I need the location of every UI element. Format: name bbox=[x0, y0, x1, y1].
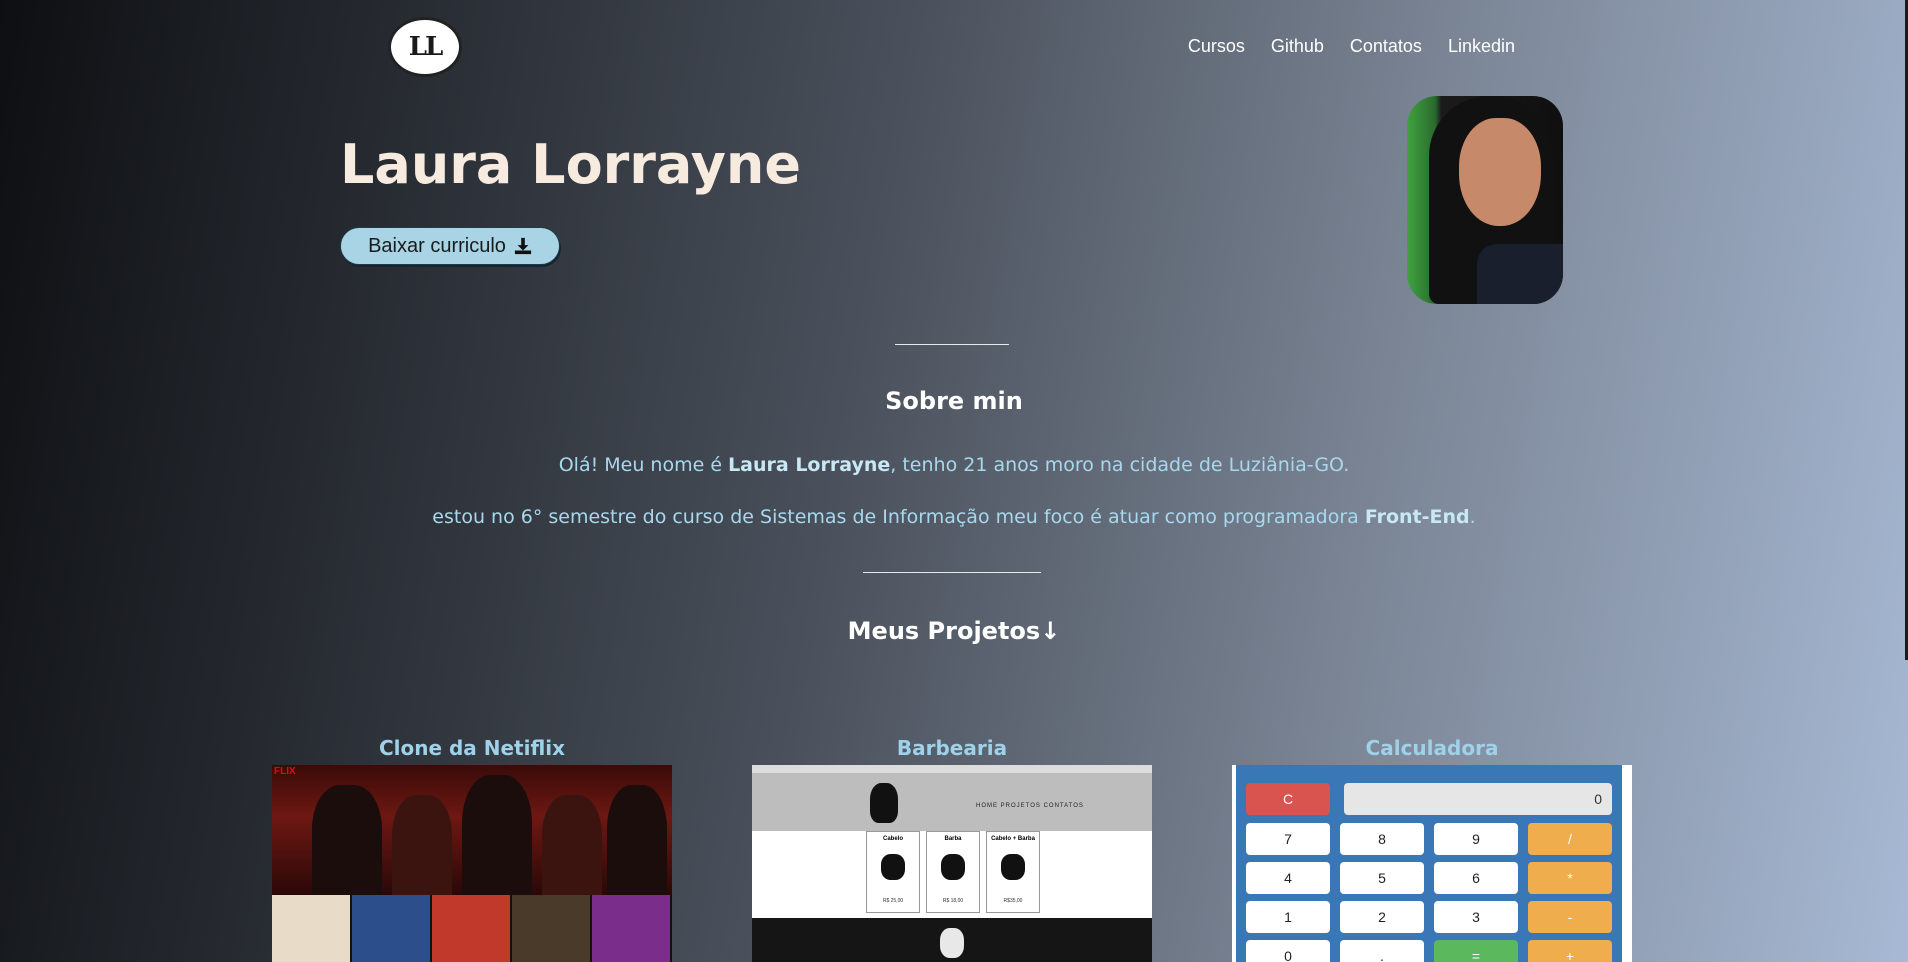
about-p1-post: , tenho 21 anos moro na cidade de Luziân… bbox=[890, 454, 1350, 476]
project-thumb-calculadora[interactable]: C 0 7 8 9 / 4 5 6 * 1 2 3 - 0 . = + bbox=[1232, 765, 1632, 962]
poster bbox=[432, 895, 510, 962]
barber-footer-logo bbox=[940, 928, 964, 958]
poster bbox=[592, 895, 670, 962]
calc-key: 1 bbox=[1246, 901, 1330, 933]
calc-clear-button: C bbox=[1246, 783, 1330, 815]
project-title-barbearia[interactable]: Barbearia bbox=[752, 736, 1152, 760]
about-title: Sobre min bbox=[885, 387, 1023, 415]
divider bbox=[863, 572, 1041, 573]
calc-key: 8 bbox=[1340, 823, 1424, 855]
download-cv-button[interactable]: Baixar curriculo bbox=[340, 227, 560, 265]
netflix-poster-row bbox=[272, 895, 672, 962]
top-nav: Cursos Github Contatos Linkedin bbox=[1162, 36, 1515, 57]
barber-nav: HOME PROJETOS CONTATOS bbox=[976, 803, 1084, 809]
nav-link-cursos[interactable]: Cursos bbox=[1188, 36, 1245, 57]
project-thumb-netflix[interactable]: FLIX bbox=[272, 765, 672, 962]
banner-figure bbox=[542, 795, 602, 895]
netflix-logo: FLIX bbox=[274, 766, 296, 777]
barber-card: Cabelo R$ 25,00 bbox=[866, 831, 920, 913]
download-cv-label: Baixar curriculo bbox=[368, 234, 506, 257]
calc-op-key: * bbox=[1528, 862, 1612, 894]
calc-key: 4 bbox=[1246, 862, 1330, 894]
banner-figure bbox=[462, 775, 532, 895]
poster bbox=[272, 895, 350, 962]
download-icon bbox=[514, 237, 532, 255]
photo-face bbox=[1459, 118, 1541, 226]
barber-footer bbox=[752, 918, 1152, 962]
barber-card-price: R$ 18,00 bbox=[942, 898, 964, 904]
photo-shirt bbox=[1477, 244, 1563, 304]
logo-text: LL bbox=[408, 32, 444, 62]
about-paragraph-2: estou no 6° semestre do curso de Sistema… bbox=[0, 506, 1908, 528]
calc-key: 6 bbox=[1434, 862, 1518, 894]
barber-card: Barba R$ 18,00 bbox=[926, 831, 980, 913]
calc-key: 5 bbox=[1340, 862, 1424, 894]
barber-card-price: R$35,00 bbox=[1003, 898, 1023, 904]
barber-card-title: Cabelo + Barba bbox=[991, 836, 1035, 842]
barber-card: Cabelo + Barba R$35,00 bbox=[986, 831, 1040, 913]
project-title-netflix[interactable]: Clone da Netiflix bbox=[272, 736, 672, 760]
calc-op-key: / bbox=[1528, 823, 1612, 855]
nav-link-linkedin[interactable]: Linkedin bbox=[1448, 36, 1515, 57]
calc-op-key: + bbox=[1528, 940, 1612, 962]
calculator-body: C 0 7 8 9 / 4 5 6 * 1 2 3 - 0 . = + bbox=[1236, 765, 1622, 962]
hair-icon bbox=[881, 854, 905, 880]
poster bbox=[512, 895, 590, 962]
barber-header: HOME PROJETOS CONTATOS bbox=[752, 773, 1152, 831]
calc-op-key: - bbox=[1528, 901, 1612, 933]
calc-key: 7 bbox=[1246, 823, 1330, 855]
hero-name: Laura Lorrayne bbox=[340, 133, 801, 196]
banner-figure bbox=[392, 795, 452, 895]
poster bbox=[352, 895, 430, 962]
divider bbox=[895, 344, 1009, 345]
hair-beard-icon bbox=[1001, 854, 1025, 880]
calc-key: 0 bbox=[1246, 940, 1330, 962]
about-p2-post: . bbox=[1469, 506, 1476, 528]
nav-link-contatos[interactable]: Contatos bbox=[1350, 36, 1422, 57]
nav-link-github[interactable]: Github bbox=[1271, 36, 1324, 57]
about-p1-pre: Olá! Meu nome é bbox=[558, 454, 729, 476]
barber-card-title: Cabelo bbox=[882, 836, 903, 842]
barber-card-title: Barba bbox=[944, 836, 962, 842]
beard-icon bbox=[941, 854, 965, 880]
netflix-banner: FLIX bbox=[272, 765, 672, 895]
banner-figure bbox=[312, 785, 382, 895]
projects-title: Meus Projetos↓ bbox=[847, 617, 1061, 645]
barber-card-price: R$ 25,00 bbox=[882, 898, 904, 904]
calc-key: 3 bbox=[1434, 901, 1518, 933]
profile-photo bbox=[1407, 96, 1563, 304]
project-thumb-barbearia[interactable]: HOME PROJETOS CONTATOS Cabelo R$ 25,00 B… bbox=[752, 765, 1152, 962]
project-title-calculadora[interactable]: Calculadora bbox=[1232, 736, 1632, 760]
about-p2-bold: Front-End bbox=[1364, 506, 1470, 528]
calc-key: 2 bbox=[1340, 901, 1424, 933]
about-p1-name: Laura Lorrayne bbox=[728, 454, 891, 476]
banner-figure bbox=[607, 785, 667, 895]
about-p2-pre: estou no 6° semestre do curso de Sistema… bbox=[432, 506, 1365, 528]
calc-display: 0 bbox=[1344, 783, 1612, 815]
about-paragraph-1: Olá! Meu nome é Laura Lorrayne, tenho 21… bbox=[0, 454, 1908, 476]
calc-equals-key: = bbox=[1434, 940, 1518, 962]
site-logo[interactable]: LL bbox=[388, 17, 462, 77]
calc-key: 9 bbox=[1434, 823, 1518, 855]
calc-key: . bbox=[1340, 940, 1424, 962]
browser-bar bbox=[752, 765, 1152, 773]
barber-logo bbox=[870, 783, 898, 823]
